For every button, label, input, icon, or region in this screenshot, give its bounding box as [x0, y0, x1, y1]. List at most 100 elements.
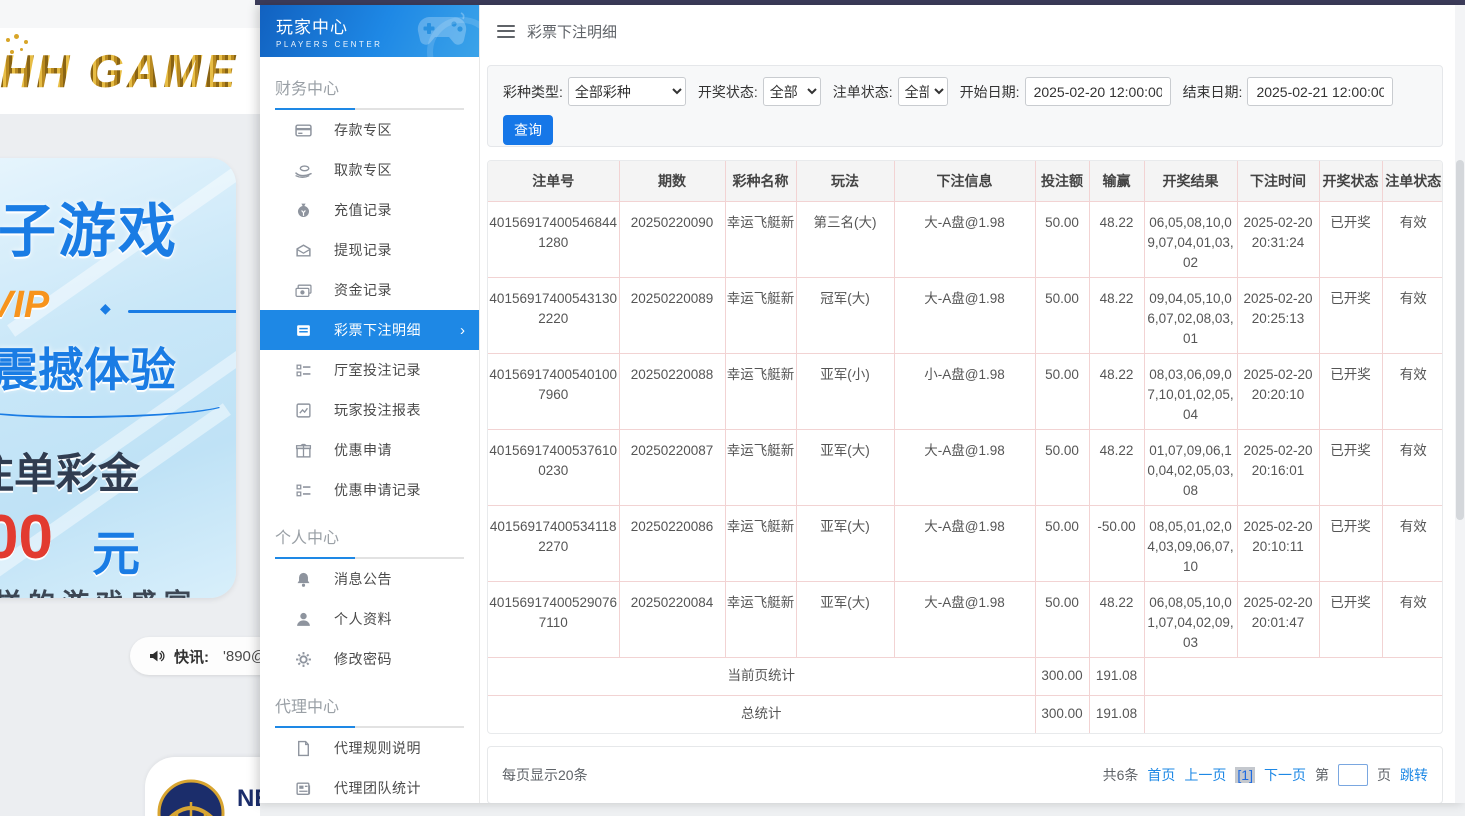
column-header: 注单状态 [1382, 161, 1443, 201]
draw-result-cell: 08,05,01,02,04,03,09,06,07,10 [1144, 505, 1237, 581]
bottom-game-card[interactable]: NE [145, 757, 260, 816]
end-date-input[interactable] [1247, 77, 1393, 106]
lottery-type-select[interactable]: 全部彩种 [568, 77, 686, 106]
win-loss-cell: 48.22 [1089, 201, 1144, 277]
bet-amount-cell: 50.00 [1035, 277, 1089, 353]
first-page-link[interactable]: 首页 [1147, 765, 1175, 785]
sidebar-item-change-password[interactable]: 修改密码 [260, 639, 479, 679]
list-icon [295, 482, 312, 499]
logo-spark-dot [20, 48, 23, 51]
start-date-input[interactable] [1025, 77, 1171, 106]
prev-page-link[interactable]: 上一页 [1184, 765, 1226, 785]
bet-status-select[interactable]: 全部 [898, 77, 948, 106]
logo-spark-dot [10, 50, 14, 54]
sidebar-header: 玩家中心 PLAYERS CENTER [260, 5, 479, 57]
play-type-cell: 冠军(大) [796, 277, 894, 353]
menu-toggle-icon[interactable] [497, 25, 515, 38]
banner-amount-text: 00 [0, 502, 53, 573]
end-date-label: 结束日期: [1183, 82, 1243, 102]
sidebar-item-deposit-zone[interactable]: 存款专区 [260, 110, 479, 150]
credit-card-icon [295, 122, 312, 139]
sidebar-item-agent-team-stats[interactable]: 代理团队统计 [260, 768, 479, 803]
promo-banner[interactable]: 子游戏 VIP ◆ 震撼体验 注单彩金 00 元 样的游戏盛宴 中 [0, 158, 236, 598]
sidebar-item-agent-rules[interactable]: 代理规则说明 [260, 728, 479, 768]
period-cell: 20250220086 [619, 505, 725, 581]
search-button[interactable]: 查询 [503, 115, 553, 145]
gear-icon [295, 651, 312, 668]
sidebar-item-label: 代理规则说明 [334, 738, 421, 758]
draw-result-cell: 01,07,09,06,10,04,02,05,03,08 [1144, 429, 1237, 505]
bet-status-cell: 有效 [1382, 581, 1443, 657]
bet-info-cell: 大-A盘@1.98 [894, 581, 1035, 657]
lottery-name-cell: 幸运飞艇新 [725, 353, 796, 429]
table-row: 401569174005401007960 20250220088 幸运飞艇新 … [488, 353, 1443, 429]
play-type-cell: 亚军(大) [796, 505, 894, 581]
banner-bonus-text: 注单彩金 [0, 440, 140, 501]
column-header: 输赢 [1089, 161, 1144, 201]
draw-status-cell: 已开奖 [1319, 581, 1382, 657]
newspaper-icon [295, 780, 312, 797]
sidebar-item-messages[interactable]: 消息公告 [260, 559, 479, 599]
section-title-personal: 个人中心 [275, 524, 479, 548]
diamond-icon: ◆ [100, 300, 111, 317]
user-icon [295, 611, 312, 628]
column-header: 开奖状态 [1319, 161, 1382, 201]
draw-status-cell: 已开奖 [1319, 277, 1382, 353]
sidebar-item-hall-bet-records[interactable]: 厅室投注记录 [260, 350, 479, 390]
bet-status-cell: 有效 [1382, 429, 1443, 505]
lottery-name-cell: 幸运飞艇新 [725, 429, 796, 505]
scrollbar-thumb[interactable] [1456, 160, 1464, 520]
total-count-text: 共6条 [1103, 765, 1139, 785]
bet-id-cell: 401569174005376100230 [488, 429, 619, 505]
bet-id-cell: 401569174005468441280 [488, 201, 619, 277]
news-ticker[interactable]: 快讯: '890@ [130, 637, 260, 675]
sidebar-item-fund-records[interactable]: 资金记录 [260, 270, 479, 310]
document-icon [295, 740, 312, 757]
jump-page-input[interactable] [1338, 764, 1368, 786]
lottery-name-cell: 幸运飞艇新 [725, 277, 796, 353]
bet-status-label: 注单状态: [833, 82, 893, 102]
sidebar-item-promo-apply-records[interactable]: 优惠申请记录 [260, 470, 479, 510]
sidebar-item-withdraw-zone[interactable]: 取款专区 [260, 150, 479, 190]
wallet-icon [295, 242, 312, 259]
pagination-bar: 每页显示20条 共6条 首页 上一页 [1] 下一页 第 页 跳转 [487, 746, 1443, 803]
sidebar-item-recharge-records[interactable]: 充值记录 [260, 190, 479, 230]
scrollbar-track[interactable] [1455, 5, 1465, 803]
sidebar-item-promo-apply[interactable]: 优惠申请 [260, 430, 479, 470]
money-bag-icon [295, 202, 312, 219]
next-page-link[interactable]: 下一页 [1264, 765, 1306, 785]
sidebar-item-profile[interactable]: 个人资料 [260, 599, 479, 639]
bet-time-cell: 2025-02-20 20:20:10 [1237, 353, 1319, 429]
sidebar-item-label: 资金记录 [334, 280, 392, 300]
jump-button[interactable]: 跳转 [1400, 765, 1428, 785]
period-cell: 20250220087 [619, 429, 725, 505]
sidebar: 玩家中心 PLAYERS CENTER 财务中心 存款专区 取款专区 [260, 5, 480, 803]
speaker-icon [148, 648, 165, 664]
banner-slogan-text: 样的游戏盛宴 [0, 582, 198, 598]
ticker-label: 快讯: [174, 646, 209, 667]
section-title-finance: 财务中心 [275, 75, 479, 99]
column-header: 期数 [619, 161, 725, 201]
column-header: 投注额 [1035, 161, 1089, 201]
sidebar-item-player-bet-report[interactable]: 玩家投注报表 [260, 390, 479, 430]
draw-status-select[interactable]: 全部 [763, 77, 821, 106]
play-type-cell: 第三名(大) [796, 201, 894, 277]
lottery-name-cell: 幸运飞艇新 [725, 201, 796, 277]
bet-info-cell: 大-A盘@1.98 [894, 201, 1035, 277]
play-type-cell: 亚军(大) [796, 581, 894, 657]
draw-status-label: 开奖状态: [698, 82, 758, 102]
bet-info-cell: 大-A盘@1.98 [894, 429, 1035, 505]
sidebar-item-label: 代理团队统计 [334, 778, 421, 798]
column-header: 彩种名称 [725, 161, 796, 201]
total-summary-row: 总统计 300.00 191.08 [488, 695, 1443, 733]
bet-status-cell: 有效 [1382, 505, 1443, 581]
sidebar-item-withdrawal-records[interactable]: 提现记录 [260, 230, 479, 270]
sidebar-item-label: 取款专区 [334, 160, 392, 180]
period-cell: 20250220089 [619, 277, 725, 353]
sidebar-item-lottery-bet-details[interactable]: 彩票下注明细 › [260, 310, 479, 350]
draw-result-cell: 09,04,05,10,06,07,02,08,03,01 [1144, 277, 1237, 353]
logo-spark-dot [24, 40, 28, 44]
period-cell: 20250220088 [619, 353, 725, 429]
summary-empty-cell [1144, 657, 1443, 695]
column-header: 开奖结果 [1144, 161, 1237, 201]
